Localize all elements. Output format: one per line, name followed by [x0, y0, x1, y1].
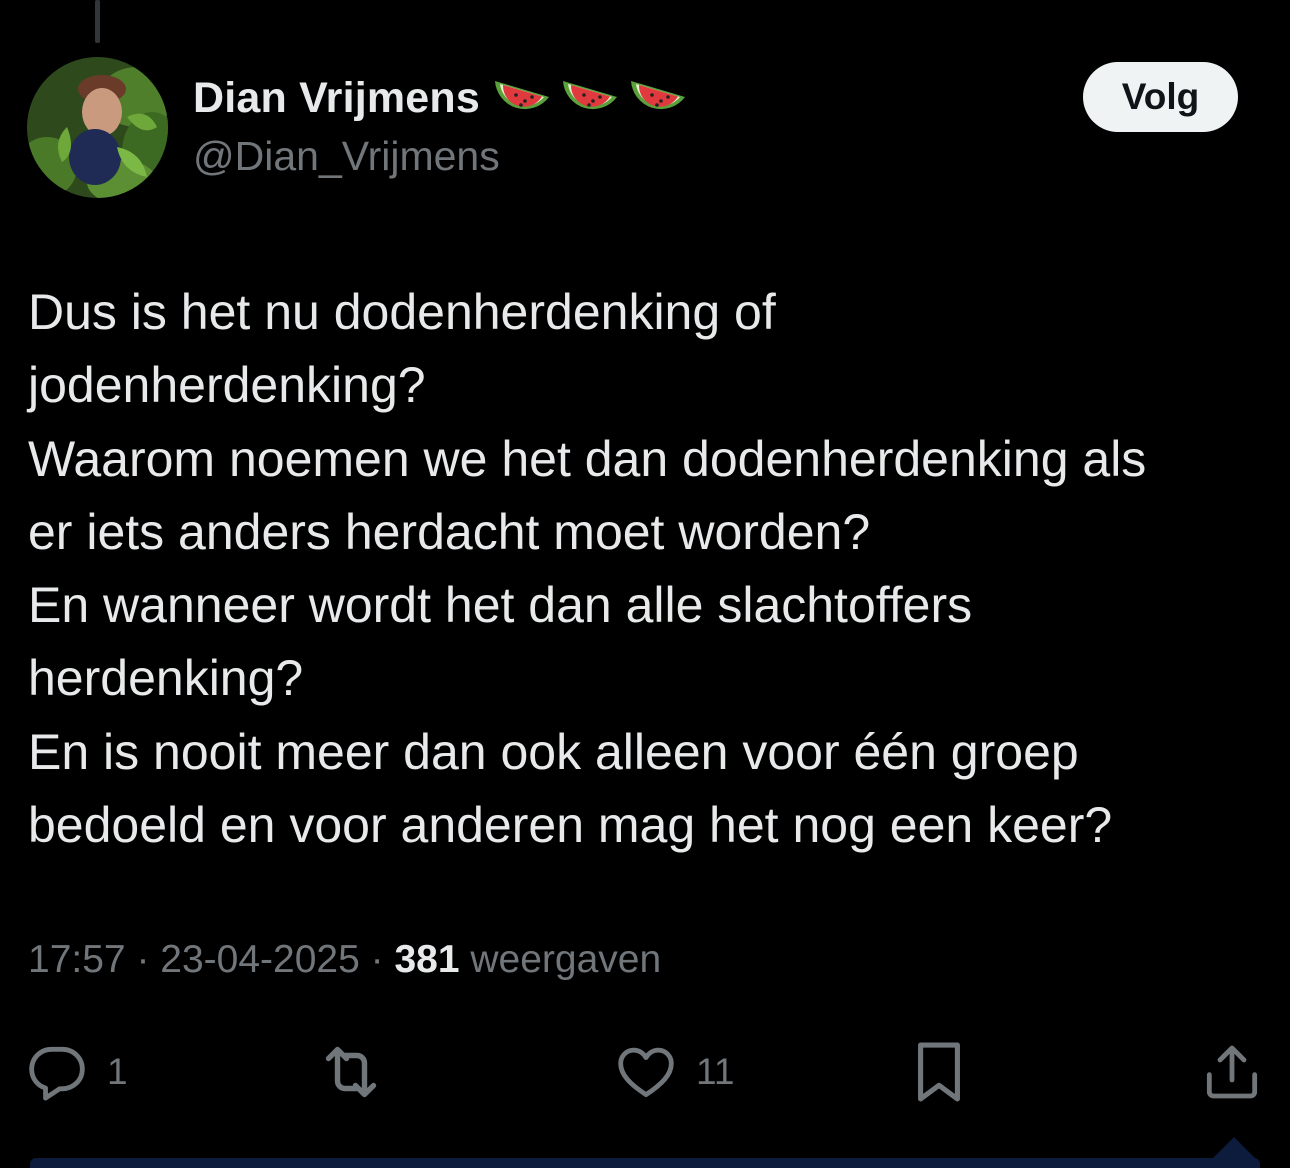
like-button[interactable]: 11 — [614, 1036, 734, 1108]
meta-separator: · — [359, 938, 395, 981]
tweet-line: En wanneer wordt het dan alle slachtoffe… — [28, 577, 973, 634]
retweet-button[interactable] — [315, 1036, 405, 1108]
tweet-text: Dus is het nu dodenherdenking of jodenhe… — [28, 276, 1268, 862]
tweet-line: bedoeld en voor anderen mag het nog een … — [28, 797, 1113, 854]
meta-separator: · — [125, 938, 161, 981]
author-name-row[interactable]: Dian Vrijmens — [193, 70, 688, 126]
tweet-date[interactable]: 23-04-2025 — [160, 938, 360, 981]
name-emojis — [492, 75, 688, 121]
share-button[interactable] — [1202, 1036, 1262, 1108]
bookmark-button[interactable] — [910, 1036, 968, 1108]
heart-icon — [618, 1047, 674, 1098]
views-label[interactable]: weergaven — [470, 938, 661, 981]
display-name[interactable]: Dian Vrijmens — [193, 74, 480, 123]
tweet-meta: 17:57 · 23-04-2025 · 381 weergaven — [28, 938, 661, 982]
tweet-line: herdenking? — [28, 650, 304, 707]
tweet-line: En is nooit meer dan ook alleen voor één… — [28, 723, 1079, 780]
tweet-time[interactable]: 17:57 — [28, 938, 126, 981]
retweet-icon — [325, 1046, 377, 1098]
thread-connector-line — [95, 0, 100, 43]
bookmark-icon — [918, 1042, 960, 1102]
watermelon-icon — [631, 81, 685, 110]
watermelon-icon — [495, 81, 549, 110]
reply-count: 1 — [107, 1051, 128, 1092]
tweet-line: er iets anders herdacht moet worden? — [28, 503, 871, 560]
avatar-photo — [27, 57, 168, 198]
tweet-line: jodenherdenking? — [28, 357, 426, 414]
reply-button[interactable]: 1 — [25, 1036, 128, 1108]
bottom-bar — [30, 1158, 1260, 1168]
views-count[interactable]: 381 — [394, 938, 459, 981]
share-icon — [1206, 1045, 1258, 1099]
reply-icon — [29, 1046, 85, 1101]
tweet-line: Dus is het nu dodenherdenking of — [28, 284, 776, 340]
tweet-line: Waarom noemen we het dan dodenherdenking… — [28, 430, 1147, 487]
avatar[interactable] — [27, 57, 168, 198]
follow-button[interactable]: Volg — [1083, 62, 1238, 132]
like-count: 11 — [696, 1051, 735, 1092]
watermelon-icon — [563, 81, 617, 110]
user-handle[interactable]: @Dian_Vrijmens — [193, 133, 500, 180]
bottom-notch — [1212, 1137, 1256, 1159]
